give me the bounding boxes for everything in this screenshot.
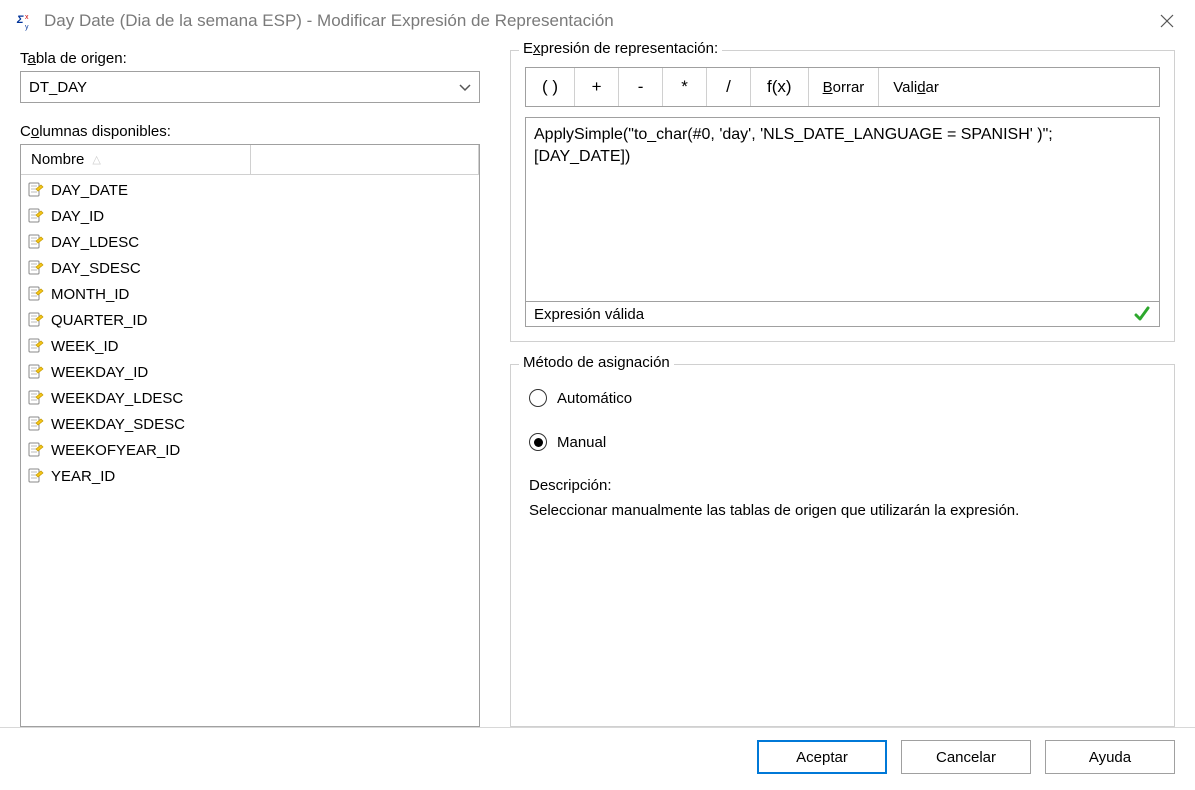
column-icon [27,259,45,277]
list-item[interactable]: DAY_SDESC [21,255,479,281]
column-icon [27,467,45,485]
column-name: WEEK_ID [51,338,119,355]
cancel-button[interactable]: Cancelar [901,740,1031,774]
mapping-manual-label: Manual [557,434,606,451]
svg-text:y: y [25,24,29,31]
list-item[interactable]: QUARTER_ID [21,307,479,333]
dialog-footer: Aceptar Cancelar Ayuda [0,727,1195,790]
mapping-legend: Método de asignación [519,354,674,371]
help-button[interactable]: Ayuda [1045,740,1175,774]
list-item[interactable]: DAY_LDESC [21,229,479,255]
column-name: YEAR_ID [51,468,115,485]
list-item[interactable]: DAY_DATE [21,177,479,203]
column-icon [27,337,45,355]
columns-listbox: Nombre △ DAY_DATE DAY_ID DAY_LDESC DAY_S… [20,144,480,727]
radio-icon [529,433,547,451]
columns-header-name[interactable]: Nombre △ [21,145,251,174]
right-panel: Expresión de representación: ( ) + - * /… [510,50,1175,727]
column-icon [27,207,45,225]
list-item[interactable]: MONTH_ID [21,281,479,307]
sort-asc-icon: △ [92,153,100,166]
titlebar: Σ x y Day Date (Dia de la semana ESP) - … [0,0,1195,40]
mapping-desc-text: Seleccionar manualmente las tablas de or… [529,500,1156,521]
column-name: WEEKDAY_LDESC [51,390,183,407]
mapping-desc-label: Descripción: [529,477,1156,494]
list-item[interactable]: WEEKDAY_ID [21,359,479,385]
plus-button[interactable]: + [575,68,619,106]
columns-body: DAY_DATE DAY_ID DAY_LDESC DAY_SDESC MONT… [21,175,479,726]
list-item[interactable]: WEEKDAY_LDESC [21,385,479,411]
expression-input[interactable] [526,118,1159,301]
source-table-value: DT_DAY [29,79,459,96]
expression-area: Expresión válida [525,117,1160,327]
accept-button[interactable]: Aceptar [757,740,887,774]
validate-button[interactable]: Validar [879,68,1159,106]
column-name: DAY_LDESC [51,234,139,251]
fx-button[interactable]: f(x) [751,68,809,106]
column-name: DAY_DATE [51,182,128,199]
column-name: WEEKDAY_ID [51,364,148,381]
column-name: DAY_SDESC [51,260,141,277]
list-item[interactable]: WEEKOFYEAR_ID [21,437,479,463]
mapping-auto-label: Automático [557,390,632,407]
mapping-radio-group: Automático Manual Descripción: Seleccion… [525,381,1160,521]
column-icon [27,233,45,251]
columns-header-empty[interactable] [251,145,479,174]
divide-button[interactable]: / [707,68,751,106]
radio-icon [529,389,547,407]
parens-button[interactable]: ( ) [526,68,575,106]
checkmark-icon [1133,305,1151,323]
expression-status-text: Expresión válida [534,306,644,323]
column-name: DAY_ID [51,208,104,225]
column-name: MONTH_ID [51,286,129,303]
clear-button[interactable]: Borrar [809,68,880,106]
columns-header: Nombre △ [21,145,479,175]
mapping-auto-option[interactable]: Automático [529,389,1156,407]
expression-toolbar: ( ) + - * / f(x) Borrar Validar [525,67,1160,107]
dialog-content: Tabla de origen: DT_DAY Columnas disponi… [0,40,1195,727]
list-item[interactable]: WEEKDAY_SDESC [21,411,479,437]
source-table-label: Tabla de origen: [20,50,480,67]
column-icon [27,181,45,199]
close-button[interactable] [1151,5,1183,37]
column-icon [27,389,45,407]
expression-fieldset: Expresión de representación: ( ) + - * /… [510,50,1175,342]
source-table-combo[interactable]: DT_DAY [20,71,480,103]
dialog-window: Σ x y Day Date (Dia de la semana ESP) - … [0,0,1195,790]
expression-status: Expresión válida [526,301,1159,326]
list-item[interactable]: DAY_ID [21,203,479,229]
left-panel: Tabla de origen: DT_DAY Columnas disponi… [20,50,480,727]
list-item[interactable]: WEEK_ID [21,333,479,359]
list-item[interactable]: YEAR_ID [21,463,479,489]
mapping-fieldset: Método de asignación Automático Manual D… [510,364,1175,727]
chevron-down-icon [459,79,471,96]
columns-label: Columnas disponibles: [20,123,480,140]
multiply-button[interactable]: * [663,68,707,106]
app-icon: Σ x y [14,11,34,31]
mapping-manual-option[interactable]: Manual [529,433,1156,451]
column-icon [27,285,45,303]
svg-text:x: x [25,14,29,21]
column-icon [27,415,45,433]
expression-legend: Expresión de representación: [519,40,722,57]
svg-text:Σ: Σ [16,14,24,26]
column-icon [27,311,45,329]
column-name: WEEKDAY_SDESC [51,416,185,433]
column-icon [27,363,45,381]
column-icon [27,441,45,459]
minus-button[interactable]: - [619,68,663,106]
window-title: Day Date (Dia de la semana ESP) - Modifi… [44,11,1151,31]
column-name: WEEKOFYEAR_ID [51,442,180,459]
column-name: QUARTER_ID [51,312,147,329]
